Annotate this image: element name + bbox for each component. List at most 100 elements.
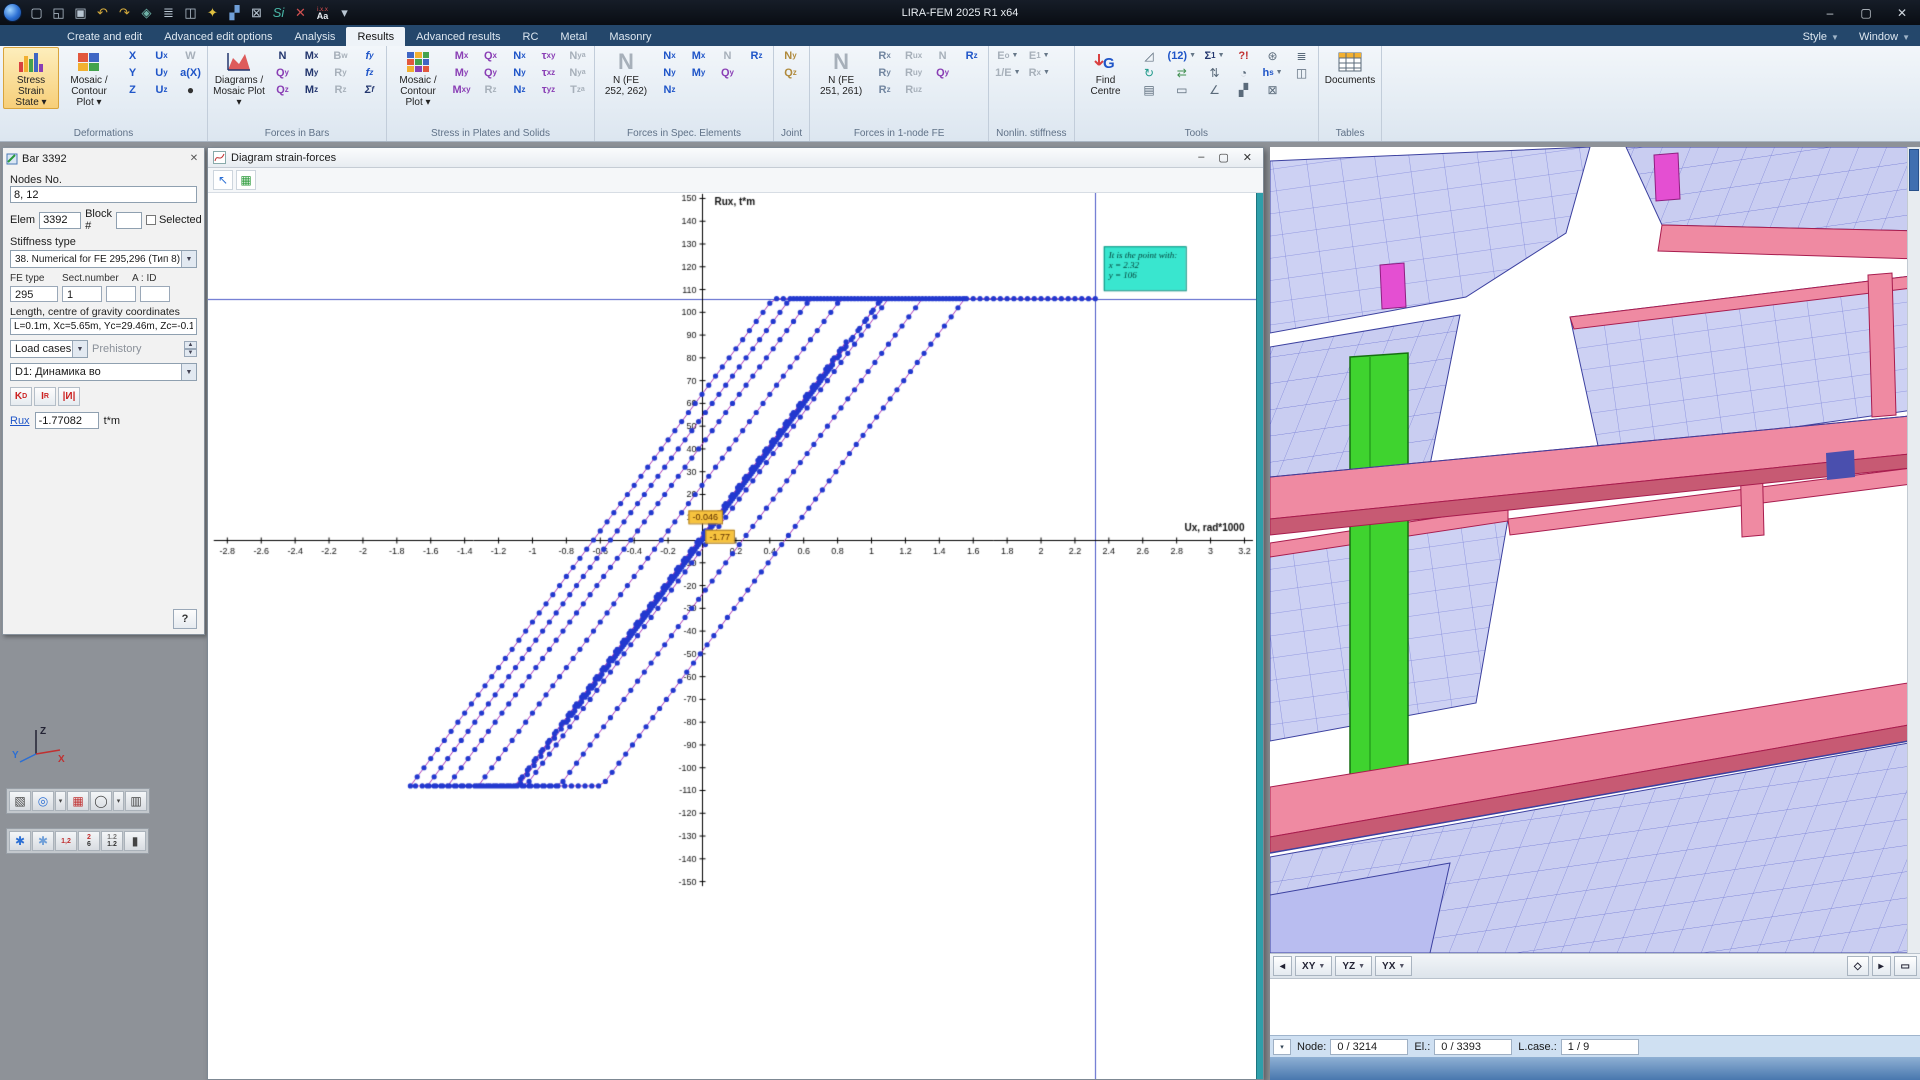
package-tool-icon[interactable]: ◫ — [1288, 64, 1315, 81]
stiffness-type-combo[interactable]: 38. Numerical for FE 295,296 (Тип 8) ▼ — [10, 250, 197, 268]
ribbon-item-q-x[interactable]: Qx — [477, 47, 504, 64]
elem-input[interactable] — [39, 212, 81, 229]
ir-button[interactable]: IR — [34, 387, 56, 406]
ribbon-item-q-y[interactable]: Qy — [269, 64, 296, 81]
tab-rc[interactable]: RC — [512, 27, 550, 46]
ribbon-item-r-z[interactable]: Rz — [327, 81, 354, 98]
ribbon-item-m-xy[interactable]: Mxy — [448, 81, 475, 98]
ribbon-item-r-z[interactable]: Rz — [958, 47, 985, 64]
center-target-tool[interactable]: ◎ — [32, 791, 54, 811]
load-cases-combo[interactable]: Load cases ▼ — [10, 340, 88, 358]
ribbon-item-12[interactable]: (12)▼ — [1165, 47, 1200, 64]
center-target-dropdown[interactable]: ▾ — [55, 791, 66, 811]
text-format-button[interactable]: i.x.xAa — [312, 3, 333, 23]
result-value-input[interactable] — [35, 412, 99, 429]
ribbon-item-m-x[interactable]: Mx — [298, 47, 325, 64]
ribbon-item-n-y[interactable]: Ny — [656, 64, 683, 81]
ribbon-item-n-y-a[interactable]: Nya — [564, 64, 591, 81]
ribbon-item-n-y[interactable]: Ny — [506, 64, 533, 81]
ribbon-item-r-ux[interactable]: Rux — [900, 47, 927, 64]
ribbon-item-t-z-a[interactable]: Tza — [564, 81, 591, 98]
length-value-input[interactable] — [10, 318, 197, 335]
snapshot-tool-icon[interactable]: ⊛ — [1259, 47, 1286, 64]
plane-yx-button[interactable]: YX▼ — [1375, 956, 1412, 976]
scrollbar-thumb[interactable] — [1909, 149, 1919, 191]
ribbon-item-r-x[interactable]: Rx▼ — [1026, 64, 1053, 81]
nodes-input[interactable] — [10, 186, 197, 203]
help-button[interactable]: ? — [173, 609, 197, 629]
ribbon-item-m-y[interactable]: My — [448, 64, 475, 81]
si-units-button[interactable]: Si — [268, 3, 289, 23]
block-input[interactable] — [116, 212, 142, 229]
ribbon-item-f[interactable]: Σf — [356, 81, 383, 98]
app-logo-icon[interactable] — [3, 3, 22, 22]
tab-advanced-results[interactable]: Advanced results — [405, 27, 511, 46]
stress-mosaic-contour-button[interactable]: Mosaic /Contour Plot ▾ — [390, 47, 446, 109]
ribbon-item-yz[interactable]: τyz — [535, 81, 562, 98]
ribbon-item-m-x[interactable]: Mx — [448, 47, 475, 64]
ribbon-item-xz[interactable]: τxz — [535, 64, 562, 81]
star-tool[interactable]: ✱ — [32, 831, 54, 851]
ribbon-item-e-o[interactable]: Eo▼ — [992, 47, 1023, 64]
stress-strain-state-button[interactable]: Stress StrainState ▾ — [3, 47, 59, 109]
diagrams-mosaic-plot-button[interactable]: Diagrams /Mosaic Plot ▾ — [211, 47, 267, 109]
tab-analysis[interactable]: Analysis — [283, 27, 346, 46]
menu-window[interactable]: Window▼ — [1849, 31, 1920, 46]
open-file-button[interactable]: ◱ — [48, 3, 69, 23]
bar-panel-tool[interactable]: ▮ — [124, 831, 146, 851]
ribbon-item-e-1[interactable]: E1▼ — [1026, 47, 1053, 64]
plane-xy-button[interactable]: XY▼ — [1295, 956, 1332, 976]
customize-toolbar-button[interactable]: ▾ — [334, 3, 355, 23]
model-vertical-scrollbar[interactable] — [1907, 147, 1920, 953]
ribbon-item-n[interactable]: N — [269, 47, 296, 64]
minimize-button[interactable]: – — [1812, 0, 1848, 25]
tab-results[interactable]: Results — [346, 27, 405, 46]
ribbon-item-r-z[interactable]: Rz — [743, 47, 770, 64]
ribbon-item-h-s[interactable]: hs▼ — [1259, 64, 1286, 81]
node-grid-tool[interactable]: ▦ — [67, 791, 89, 811]
ribbon-item-u-y[interactable]: Uy — [148, 64, 175, 81]
ribbon-item-r-x[interactable]: Rx — [871, 47, 898, 64]
draw-tool-icon[interactable]: ◿ — [1136, 47, 1163, 64]
ruler-tool-icon[interactable]: ▭ — [1165, 81, 1200, 98]
ribbon-item-u-z[interactable]: Uz — [148, 81, 175, 98]
save-button[interactable]: ▣ — [70, 3, 91, 23]
scroll-right-button[interactable]: ▸ — [1872, 956, 1891, 976]
ribbon-item-n-y-a[interactable]: Nya — [564, 47, 591, 64]
ribbon-item-u-x[interactable]: Ux — [148, 47, 175, 64]
curve-button[interactable]: |И| — [58, 387, 80, 406]
combo-arrow-icon[interactable]: ▼ — [72, 341, 87, 357]
find-centre-button[interactable]: GFindCentre — [1078, 47, 1134, 98]
clock-tool-icon[interactable]: ◔ — [1230, 64, 1257, 81]
ribbon-item-q-y[interactable]: Qy — [929, 64, 956, 81]
ribbon-item-r-uy[interactable]: Ruy — [900, 64, 927, 81]
fit-view-button[interactable]: ▭ — [1894, 956, 1917, 976]
book-button[interactable]: ≣ — [158, 3, 179, 23]
loadcase-combo[interactable]: D1: Динамика во ▼ — [10, 363, 197, 381]
chart-tool-icon[interactable]: ▞ — [1230, 81, 1257, 98]
spec-elements-n-button[interactable]: NN (FE252, 262) — [598, 47, 654, 98]
ribbon-item-w[interactable]: W — [177, 47, 204, 64]
result-component-link[interactable]: Rux — [10, 415, 30, 427]
close-button[interactable]: ✕ — [1884, 0, 1920, 25]
chart-pointer-tool[interactable]: ↖ — [213, 170, 233, 190]
model-3d-viewport[interactable]: ◂XY▼YZ▼YX▼◇▸▭ ▾Node:0 / 3214El.:0 / 3393… — [1270, 147, 1920, 1080]
selected-checkbox[interactable]: Selected — [146, 214, 202, 226]
redo-button[interactable]: ↷ — [114, 3, 135, 23]
menu-style[interactable]: Style▼ — [1793, 31, 1849, 46]
plane-yz-button[interactable]: YZ▼ — [1335, 956, 1372, 976]
combo-arrow-icon[interactable]: ▼ — [181, 364, 196, 380]
strain-forces-chart[interactable] — [208, 193, 1256, 1079]
view-cube-button[interactable]: ◈ — [136, 3, 157, 23]
new-file-button[interactable]: ▢ — [26, 3, 47, 23]
diagram-maximize-button[interactable]: ▢ — [1218, 151, 1228, 164]
lock-button[interactable]: ⊠ — [246, 3, 267, 23]
refresh-tool-icon[interactable]: ↻ — [1136, 64, 1163, 81]
fraction-26-tool[interactable]: 26 — [78, 831, 100, 851]
ribbon-item-q-y[interactable]: Qy — [477, 64, 504, 81]
tab-advanced-edit-options[interactable]: Advanced edit options — [153, 27, 283, 46]
pan-panel-tool[interactable]: ▥ — [125, 791, 147, 811]
ribbon-item-r-uz[interactable]: Ruz — [900, 81, 927, 98]
ribbon-item-n[interactable]: N — [714, 47, 741, 64]
ribbon-item-1[interactable]: Σ1▼ — [1201, 47, 1228, 64]
